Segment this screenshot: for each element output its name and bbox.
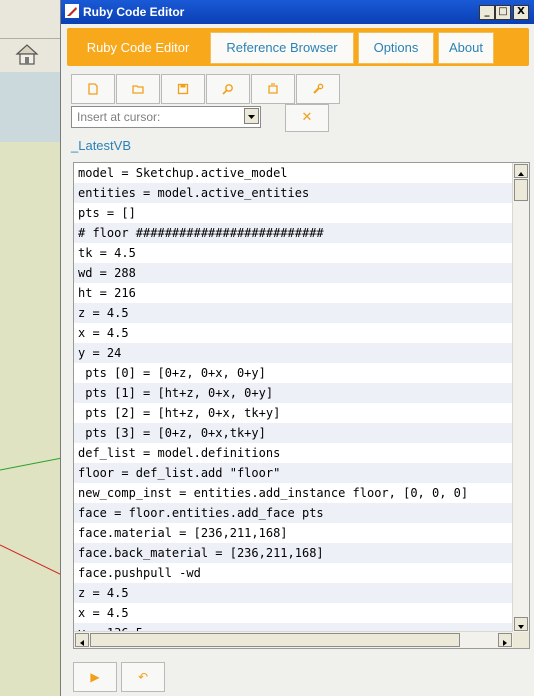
window-title: Ruby Code Editor bbox=[83, 5, 185, 19]
scroll-left-button[interactable] bbox=[75, 633, 89, 647]
code-line[interactable]: pts [0] = [0+z, 0+x, 0+y] bbox=[74, 363, 513, 383]
code-line[interactable]: z = 4.5 bbox=[74, 303, 513, 323]
maximize-button[interactable]: □ bbox=[495, 5, 511, 20]
ruby-editor-window: Ruby Code Editor _ □ X Ruby Code Editor … bbox=[60, 0, 534, 696]
code-line[interactable]: # floor ########################## bbox=[74, 223, 513, 243]
insert-at-cursor-placeholder: Insert at cursor: bbox=[77, 110, 161, 124]
code-line[interactable]: z = 4.5 bbox=[74, 583, 513, 603]
code-line[interactable]: floor = def_list.add "floor" bbox=[74, 463, 513, 483]
title-bar[interactable]: Ruby Code Editor _ □ X bbox=[61, 0, 534, 24]
search-button[interactable] bbox=[206, 74, 250, 104]
code-line[interactable]: wd = 288 bbox=[74, 263, 513, 283]
scrollbar-corner bbox=[513, 632, 529, 648]
code-line[interactable]: ht = 216 bbox=[74, 283, 513, 303]
code-line[interactable]: pts [3] = [0+z, 0+x,tk+y] bbox=[74, 423, 513, 443]
code-line[interactable]: x = 4.5 bbox=[74, 323, 513, 343]
wrench-icon bbox=[313, 83, 324, 94]
code-line[interactable]: model = Sketchup.active_model bbox=[74, 163, 513, 183]
insert-at-cursor-select[interactable]: Insert at cursor: bbox=[71, 106, 261, 128]
open-file-button[interactable] bbox=[116, 74, 160, 104]
code-line[interactable]: x = 4.5 bbox=[74, 603, 513, 623]
code-line[interactable]: new_comp_inst = entities.add_instance fl… bbox=[74, 483, 513, 503]
code-line[interactable]: pts = [] bbox=[74, 203, 513, 223]
code-editor[interactable]: model = Sketchup.active_model entities = … bbox=[73, 162, 530, 649]
clear-button[interactable] bbox=[251, 74, 295, 104]
axes-lines bbox=[0, 457, 62, 576]
tab-options[interactable]: Options bbox=[358, 32, 434, 64]
chevron-down-icon bbox=[248, 115, 255, 119]
code-line[interactable]: face.material = [236,211,168] bbox=[74, 523, 513, 543]
clear-icon bbox=[268, 83, 278, 94]
code-line[interactable]: face = floor.entities.add_face pts bbox=[74, 503, 513, 523]
arrow-left-icon bbox=[80, 640, 84, 646]
tab-about[interactable]: About bbox=[438, 32, 494, 64]
open-folder-icon bbox=[132, 85, 144, 94]
close-button[interactable]: X bbox=[513, 5, 529, 20]
minimize-button[interactable]: _ bbox=[479, 5, 495, 20]
new-file-button[interactable] bbox=[71, 74, 115, 104]
vertical-scroll-thumb[interactable] bbox=[514, 179, 528, 201]
tab-reference-browser[interactable]: Reference Browser bbox=[210, 32, 354, 64]
code-line[interactable]: def_list = model.definitions bbox=[74, 443, 513, 463]
code-line[interactable]: pts [2] = [ht+z, 0+x, tk+y] bbox=[74, 403, 513, 423]
vertical-scrollbar[interactable] bbox=[512, 163, 529, 632]
file-name-label: _LatestVB bbox=[71, 138, 131, 153]
code-line[interactable]: face.pushpull -wd bbox=[74, 563, 513, 583]
ruby-gem-icon bbox=[65, 4, 79, 18]
clear-insert-button[interactable]: ✕ bbox=[285, 104, 329, 132]
tab-ruby-code-editor[interactable]: Ruby Code Editor bbox=[70, 32, 206, 64]
settings-button[interactable] bbox=[296, 74, 340, 104]
search-icon bbox=[222, 84, 233, 95]
code-area[interactable]: model = Sketchup.active_model entities = … bbox=[74, 163, 513, 632]
horizontal-scroll-thumb[interactable] bbox=[90, 633, 460, 647]
code-line[interactable]: pts [1] = [ht+z, 0+x, 0+y] bbox=[74, 383, 513, 403]
new-file-icon bbox=[88, 83, 98, 95]
scroll-right-button[interactable] bbox=[498, 633, 512, 647]
horizontal-scrollbar[interactable] bbox=[74, 631, 513, 648]
run-button[interactable]: ▶ bbox=[73, 662, 117, 692]
scroll-down-button[interactable] bbox=[514, 617, 528, 631]
arrow-right-icon bbox=[503, 640, 507, 646]
code-line[interactable]: face.back_material = [236,211,168] bbox=[74, 543, 513, 563]
code-line[interactable]: tk = 4.5 bbox=[74, 243, 513, 263]
dropdown-arrow-button[interactable] bbox=[244, 108, 259, 124]
scroll-up-button[interactable] bbox=[514, 164, 528, 178]
undo-button[interactable]: ↶ bbox=[121, 662, 165, 692]
code-line[interactable]: y = 24 bbox=[74, 343, 513, 363]
save-button[interactable] bbox=[161, 74, 205, 104]
code-line[interactable]: entities = model.active_entities bbox=[74, 183, 513, 203]
save-icon bbox=[177, 83, 189, 95]
tab-bar: Ruby Code Editor Reference Browser Optio… bbox=[67, 28, 529, 66]
